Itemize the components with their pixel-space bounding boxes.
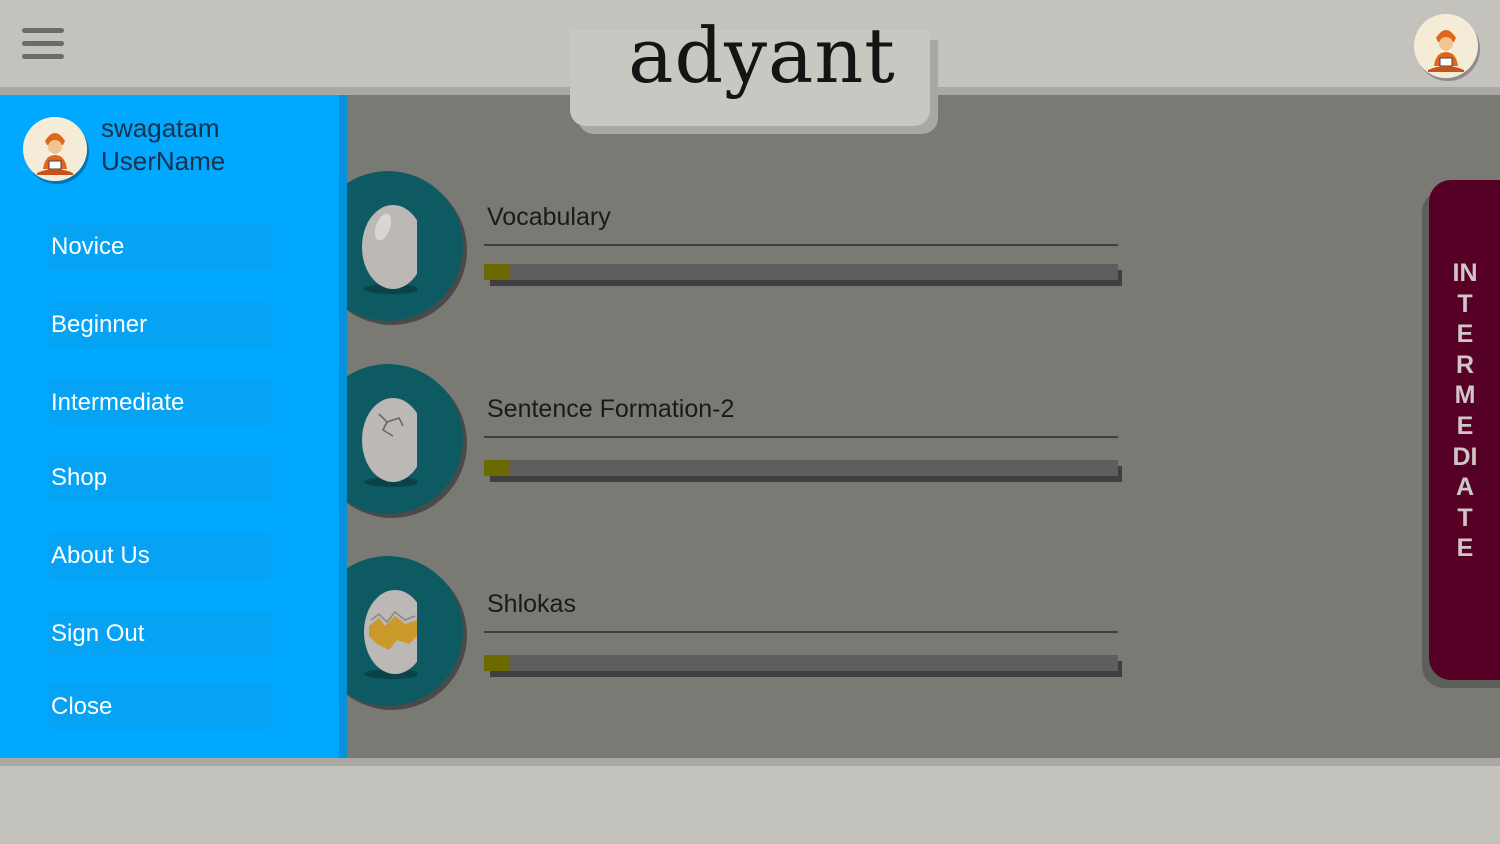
progress-fill <box>484 264 510 280</box>
user-avatar-icon <box>23 117 87 181</box>
lesson-divider <box>484 436 1118 438</box>
yogi-laptop-icon <box>1414 14 1478 78</box>
app-logo: adyant <box>628 11 896 100</box>
progress-bar-shlokas <box>484 655 1118 671</box>
bottom-bar <box>0 766 1500 844</box>
lesson-divider <box>484 631 1118 633</box>
side-drawer-edge <box>339 95 347 758</box>
menu-item-sign-out[interactable]: Sign Out <box>47 611 273 657</box>
menu-item-shop[interactable]: Shop <box>47 455 273 501</box>
yogi-laptop-icon <box>23 117 87 181</box>
lesson-title-vocabulary: Vocabulary <box>487 203 611 231</box>
lesson-title-shlokas: Shlokas <box>487 590 576 618</box>
user-name-line2: UserName <box>101 146 226 176</box>
menu-item-beginner[interactable]: Beginner <box>47 302 273 348</box>
hamburger-menu-icon[interactable] <box>22 28 64 62</box>
progress-fill <box>484 655 510 671</box>
menu-item-intermediate[interactable]: Intermediate <box>47 380 273 426</box>
progress-bar-vocabulary <box>484 264 1118 280</box>
user-name: swagatam UserName <box>101 112 225 178</box>
profile-avatar-icon[interactable] <box>1414 14 1478 78</box>
bottom-bar-shadow <box>0 758 1500 766</box>
lesson-title-sentence-formation: Sentence Formation-2 <box>487 395 735 423</box>
user-name-line1: swagatam <box>101 113 220 143</box>
lesson-divider <box>484 244 1118 246</box>
level-tab-label: INTERMEDIATE <box>1452 259 1478 563</box>
menu-item-novice[interactable]: Novice <box>47 224 273 270</box>
menu-item-about-us[interactable]: About Us <box>47 533 273 579</box>
side-drawer <box>0 95 345 758</box>
progress-fill <box>484 460 510 476</box>
progress-bar-sentence-formation <box>484 460 1118 476</box>
menu-item-close[interactable]: Close <box>47 684 273 730</box>
